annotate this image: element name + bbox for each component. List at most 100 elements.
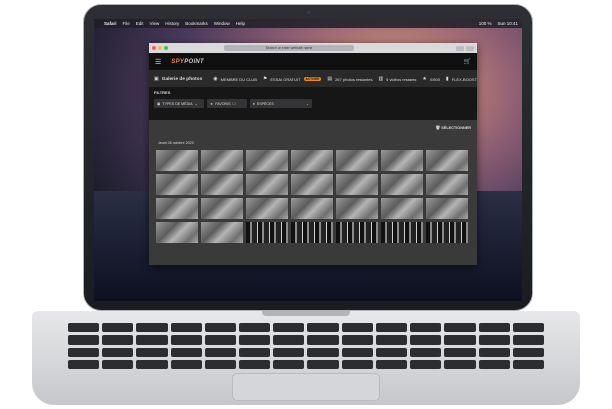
photo-thumbnail[interactable]	[381, 198, 423, 219]
photo-thumbnail[interactable]	[336, 174, 378, 195]
star-count: 0/500	[429, 76, 440, 82]
menu-window[interactable]: Window	[214, 21, 230, 26]
hamburger-menu-icon[interactable]: ☰	[155, 58, 161, 66]
keyboard-key	[375, 335, 408, 345]
photo-thumbnail[interactable]	[201, 198, 243, 219]
member-icon: ◉	[213, 76, 218, 82]
keyboard-key	[273, 359, 305, 369]
photo-thumbnail[interactable]	[426, 150, 468, 171]
keyboard-key	[341, 323, 373, 333]
keyboard-key	[239, 323, 271, 333]
toolbar-buttons	[456, 45, 474, 51]
keyboard-key	[102, 323, 134, 333]
trial-link[interactable]: ESSAI GRATUIT	[270, 77, 300, 82]
photo-thumbnail[interactable]	[246, 198, 288, 219]
photo-thumbnail[interactable]	[156, 198, 198, 219]
photo-thumbnail[interactable]	[336, 198, 378, 219]
share-button[interactable]	[456, 45, 464, 51]
gallery-icon: ▣	[154, 76, 159, 82]
checkbox[interactable]: ☐	[233, 102, 236, 106]
cart-icon[interactable]: 🛒	[464, 58, 471, 65]
photo-count-icon: ▤	[327, 76, 333, 82]
keyboard-key	[239, 347, 271, 357]
favorites-label: FAVORIS	[215, 101, 231, 106]
keyboard-key	[273, 323, 305, 333]
keyboard	[68, 323, 544, 369]
trackpad	[232, 373, 380, 401]
keyboard-key	[307, 323, 339, 333]
photo-thumbnail[interactable]	[291, 174, 333, 195]
keyboard-key	[444, 359, 476, 369]
species-icon: ♦	[253, 101, 255, 106]
photo-thumbnail[interactable]	[246, 150, 288, 171]
photo-thumbnail[interactable]	[156, 222, 198, 243]
menu-help[interactable]: Help	[236, 21, 245, 26]
hinge	[262, 311, 350, 316]
site-logo[interactable]: SPYPOINT	[171, 59, 204, 65]
favorites-filter[interactable]: ★ FAVORIS ☐	[207, 99, 247, 108]
keyboard-key	[273, 347, 305, 357]
photo-thumbnail[interactable]	[291, 150, 333, 171]
keyboard-key	[375, 359, 408, 369]
trial-icon: ⚑	[262, 76, 268, 82]
photo-thumbnail[interactable]	[246, 174, 288, 195]
filters-title: FILTRES	[154, 90, 171, 95]
keyboard-key	[341, 347, 373, 357]
menu-history[interactable]: History	[165, 21, 179, 26]
menu-edit[interactable]: Edit	[136, 21, 144, 26]
site-header: ☰ SPYPOINT 🛒	[149, 53, 477, 71]
photo-thumbnail[interactable]	[291, 222, 333, 243]
photo-thumbnail[interactable]	[201, 222, 243, 243]
species-filter[interactable]: ♦ ESPÈCES ⌄	[250, 99, 312, 108]
photo-count: 267 photos restantes	[335, 76, 373, 82]
star-icon: ★	[422, 76, 427, 82]
keyboard-key	[68, 347, 100, 357]
photo-thumbnail[interactable]	[201, 150, 243, 171]
new-tab-button[interactable]	[466, 45, 474, 51]
photo-thumbnail[interactable]	[201, 174, 243, 195]
close-window-button[interactable]	[152, 46, 156, 50]
keyboard-key	[478, 347, 510, 357]
media-type-filter[interactable]: ▣ TYPES DE MÉDIA ⌄	[154, 99, 204, 108]
battery-status[interactable]: 100 %	[479, 21, 492, 26]
keyboard-key	[375, 347, 408, 357]
zoom-window-button[interactable]	[164, 46, 168, 50]
photo-thumbnail[interactable]	[336, 222, 378, 243]
clock[interactable]: Sun 10:41	[497, 21, 518, 26]
keyboard-key	[68, 335, 100, 345]
photo-thumbnail[interactable]	[426, 222, 468, 243]
video-count: 5 vidéos restants	[386, 76, 417, 82]
keyboard-key	[239, 359, 271, 369]
keyboard-key	[410, 359, 442, 369]
keyboard-key	[239, 335, 271, 345]
keyboard-key	[410, 335, 442, 345]
menu-file[interactable]: File	[123, 21, 130, 26]
photo-thumbnail[interactable]	[246, 222, 288, 243]
photo-thumbnail[interactable]	[381, 222, 423, 243]
keyboard-key	[136, 359, 168, 369]
photo-thumbnail[interactable]	[336, 150, 378, 171]
member-link[interactable]: MEMBRE DU CLUB	[221, 77, 257, 82]
address-bar[interactable]: Search or enter website name	[224, 45, 354, 51]
photo-thumbnail[interactable]	[426, 174, 468, 195]
keyboard-key	[102, 347, 134, 357]
keyboard-key	[273, 335, 305, 345]
menu-bookmarks[interactable]: Bookmarks	[185, 21, 208, 26]
photo-thumbnail[interactable]	[156, 174, 198, 195]
keyboard-key	[68, 323, 100, 333]
keyboard-key	[444, 323, 476, 333]
flex-boost-link[interactable]: FLEX-BOOST	[452, 77, 477, 82]
photo-thumbnail[interactable]	[381, 150, 423, 171]
photo-thumbnail[interactable]	[381, 174, 423, 195]
menu-safari[interactable]: Safari	[104, 21, 117, 26]
photo-thumbnail[interactable]	[156, 150, 198, 171]
photo-thumbnail[interactable]	[426, 198, 468, 219]
keyboard-key	[341, 335, 373, 345]
menu-view[interactable]: View	[150, 21, 160, 26]
photo-thumbnail[interactable]	[291, 198, 333, 219]
keyboard-key	[204, 359, 237, 369]
minimize-window-button[interactable]	[158, 46, 162, 50]
select-button[interactable]: 🗑 SÉLECTIONNER	[435, 125, 471, 130]
gallery-bar: ▣ Galerie de photos ◉ MEMBRE DU CLUB ⚑ E…	[149, 71, 477, 87]
trial-badge: ACTIVÉE	[303, 77, 322, 81]
